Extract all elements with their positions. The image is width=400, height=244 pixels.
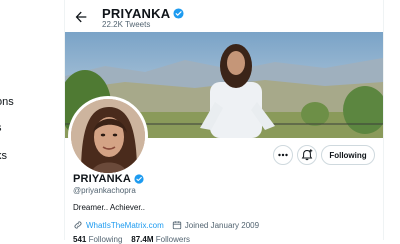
profile-name-row: PRIYANKA [73,173,144,185]
profile-meta: WhatIsTheMatrix.com Joined January 2009 [73,220,259,230]
back-arrow-icon[interactable] [73,9,89,25]
nav-item-bookmarks[interactable]: ks [0,150,7,162]
left-navigation: ons s ks [0,0,64,240]
profile-bio: Dreamer.. Achiever.. [73,203,146,212]
avatar[interactable] [71,99,145,173]
header-title: PRIYANKA [102,6,171,21]
verified-badge-icon [134,174,144,184]
avatar-photo [71,99,145,173]
nav-item-lists[interactable]: ons [0,96,14,108]
calendar-icon [172,221,181,230]
link-icon [74,221,82,229]
profile-handle: @priyankachopra [73,186,136,195]
profile-name: PRIYANKA [73,173,132,185]
profile-header: PRIYANKA 22.2K Tweets [65,0,385,34]
nav-item-topics[interactable]: s [0,122,2,134]
joined-date: Joined January 2009 [184,220,260,230]
tweet-count: 22.2K Tweets [102,20,151,29]
following-button[interactable]: Following [321,145,375,165]
notifications-button[interactable] [297,145,317,165]
verified-badge-icon [173,8,184,19]
avatar-border [68,96,148,176]
bell-plus-icon [301,149,313,161]
more-options-button[interactable] [273,145,293,165]
more-dots-icon [278,153,288,157]
column-divider-right [383,0,384,240]
website-link[interactable]: WhatIsTheMatrix.com [86,221,164,230]
